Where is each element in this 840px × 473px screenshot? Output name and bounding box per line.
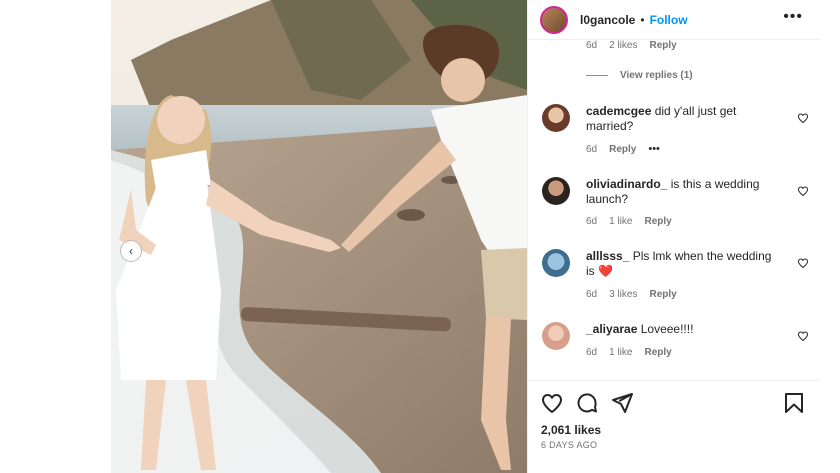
carousel-prev-button[interactable]: ‹ [120, 240, 142, 262]
comment-time: 6d [586, 143, 598, 155]
share-icon[interactable] [610, 391, 634, 415]
commenter-username[interactable]: _aliyarae [586, 322, 637, 336]
like-comment-heart-icon[interactable] [797, 257, 809, 269]
comment-likes[interactable]: 1 like [609, 216, 632, 227]
comment-text: _aliyarae Loveee!!!! [586, 322, 782, 337]
comment-meta: 6d Reply ••• [586, 143, 672, 155]
commenter-avatar[interactable] [542, 322, 570, 350]
reply-button[interactable]: Reply [649, 40, 676, 51]
like-comment-heart-icon[interactable] [797, 330, 809, 342]
comment-more-icon[interactable]: ••• [648, 143, 660, 155]
comment-icon[interactable] [575, 391, 599, 415]
comment-meta: 6d 1 like Reply [586, 216, 684, 227]
comment-time: 6d [586, 216, 598, 227]
commenter-avatar[interactable] [542, 104, 570, 132]
bookmark-icon[interactable] [782, 391, 806, 415]
commenter-username[interactable]: cademcgee [586, 104, 651, 118]
view-replies-button[interactable]: View replies (1) [586, 70, 693, 81]
instagram-post-view: ‹ l0gancole • Follow ••• 6d 2 likes Repl… [0, 0, 840, 473]
view-replies-label: View replies (1) [620, 70, 693, 81]
heart-emoji-icon: ❤️ [598, 264, 613, 278]
more-options-icon[interactable]: ••• [783, 8, 803, 26]
commenter-username[interactable]: alllsss_ [586, 249, 629, 263]
author-avatar[interactable] [540, 5, 568, 34]
post-timestamp: 6 DAYS AGO [541, 440, 598, 450]
comment-text: oliviadinardo_ is this a wedding launch? [586, 177, 782, 207]
comment-likes[interactable]: 3 likes [609, 289, 637, 300]
heart-icon[interactable] [540, 391, 564, 415]
comment-meta: 6d 3 likes Reply [586, 289, 689, 300]
reply-button[interactable]: Reply [644, 216, 671, 227]
commenter-avatar[interactable] [542, 249, 570, 277]
likes-count[interactable]: 2,061 likes [541, 423, 601, 437]
commenter-avatar[interactable] [542, 177, 570, 205]
right-gutter [820, 0, 840, 473]
left-gutter [0, 0, 111, 473]
comment-text: alllsss_ Pls lmk when the wedding is ❤️ [586, 249, 782, 279]
chevron-left-icon: ‹ [129, 244, 133, 258]
comment-time: 6d [586, 289, 598, 300]
like-comment-heart-icon[interactable] [797, 185, 809, 197]
author-username[interactable]: l0gancole [580, 13, 635, 27]
reply-button[interactable]: Reply [644, 347, 671, 358]
like-comment-heart-icon[interactable] [797, 112, 809, 124]
comment-meta: 6d 1 like Reply [586, 347, 684, 358]
comment-likes[interactable]: 1 like [609, 347, 632, 358]
post-photo[interactable] [111, 0, 527, 473]
comment-content: Loveee!!!! [637, 322, 694, 336]
comment-time: 6d [586, 347, 598, 358]
reply-button[interactable]: Reply [649, 289, 676, 300]
post-header: l0gancole • Follow ••• [528, 0, 821, 40]
post-actions-bar: 2,061 likes 6 DAYS AGO [528, 380, 821, 473]
header-separator: • [640, 12, 645, 27]
reply-button[interactable]: Reply [609, 144, 636, 155]
comment-likes[interactable]: 2 likes [609, 40, 637, 51]
comments-panel: l0gancole • Follow ••• 6d 2 likes Reply … [527, 0, 821, 473]
replies-divider [586, 75, 608, 76]
follow-button[interactable]: Follow [650, 13, 688, 27]
prior-comment-meta: 6d 2 likes Reply [586, 40, 689, 51]
comment-time: 6d [586, 40, 598, 51]
beach-photo-illustration [111, 0, 527, 473]
comment-text: cademcgee did y'all just get married? [586, 104, 782, 134]
commenter-username[interactable]: oliviadinardo_ [586, 177, 667, 191]
